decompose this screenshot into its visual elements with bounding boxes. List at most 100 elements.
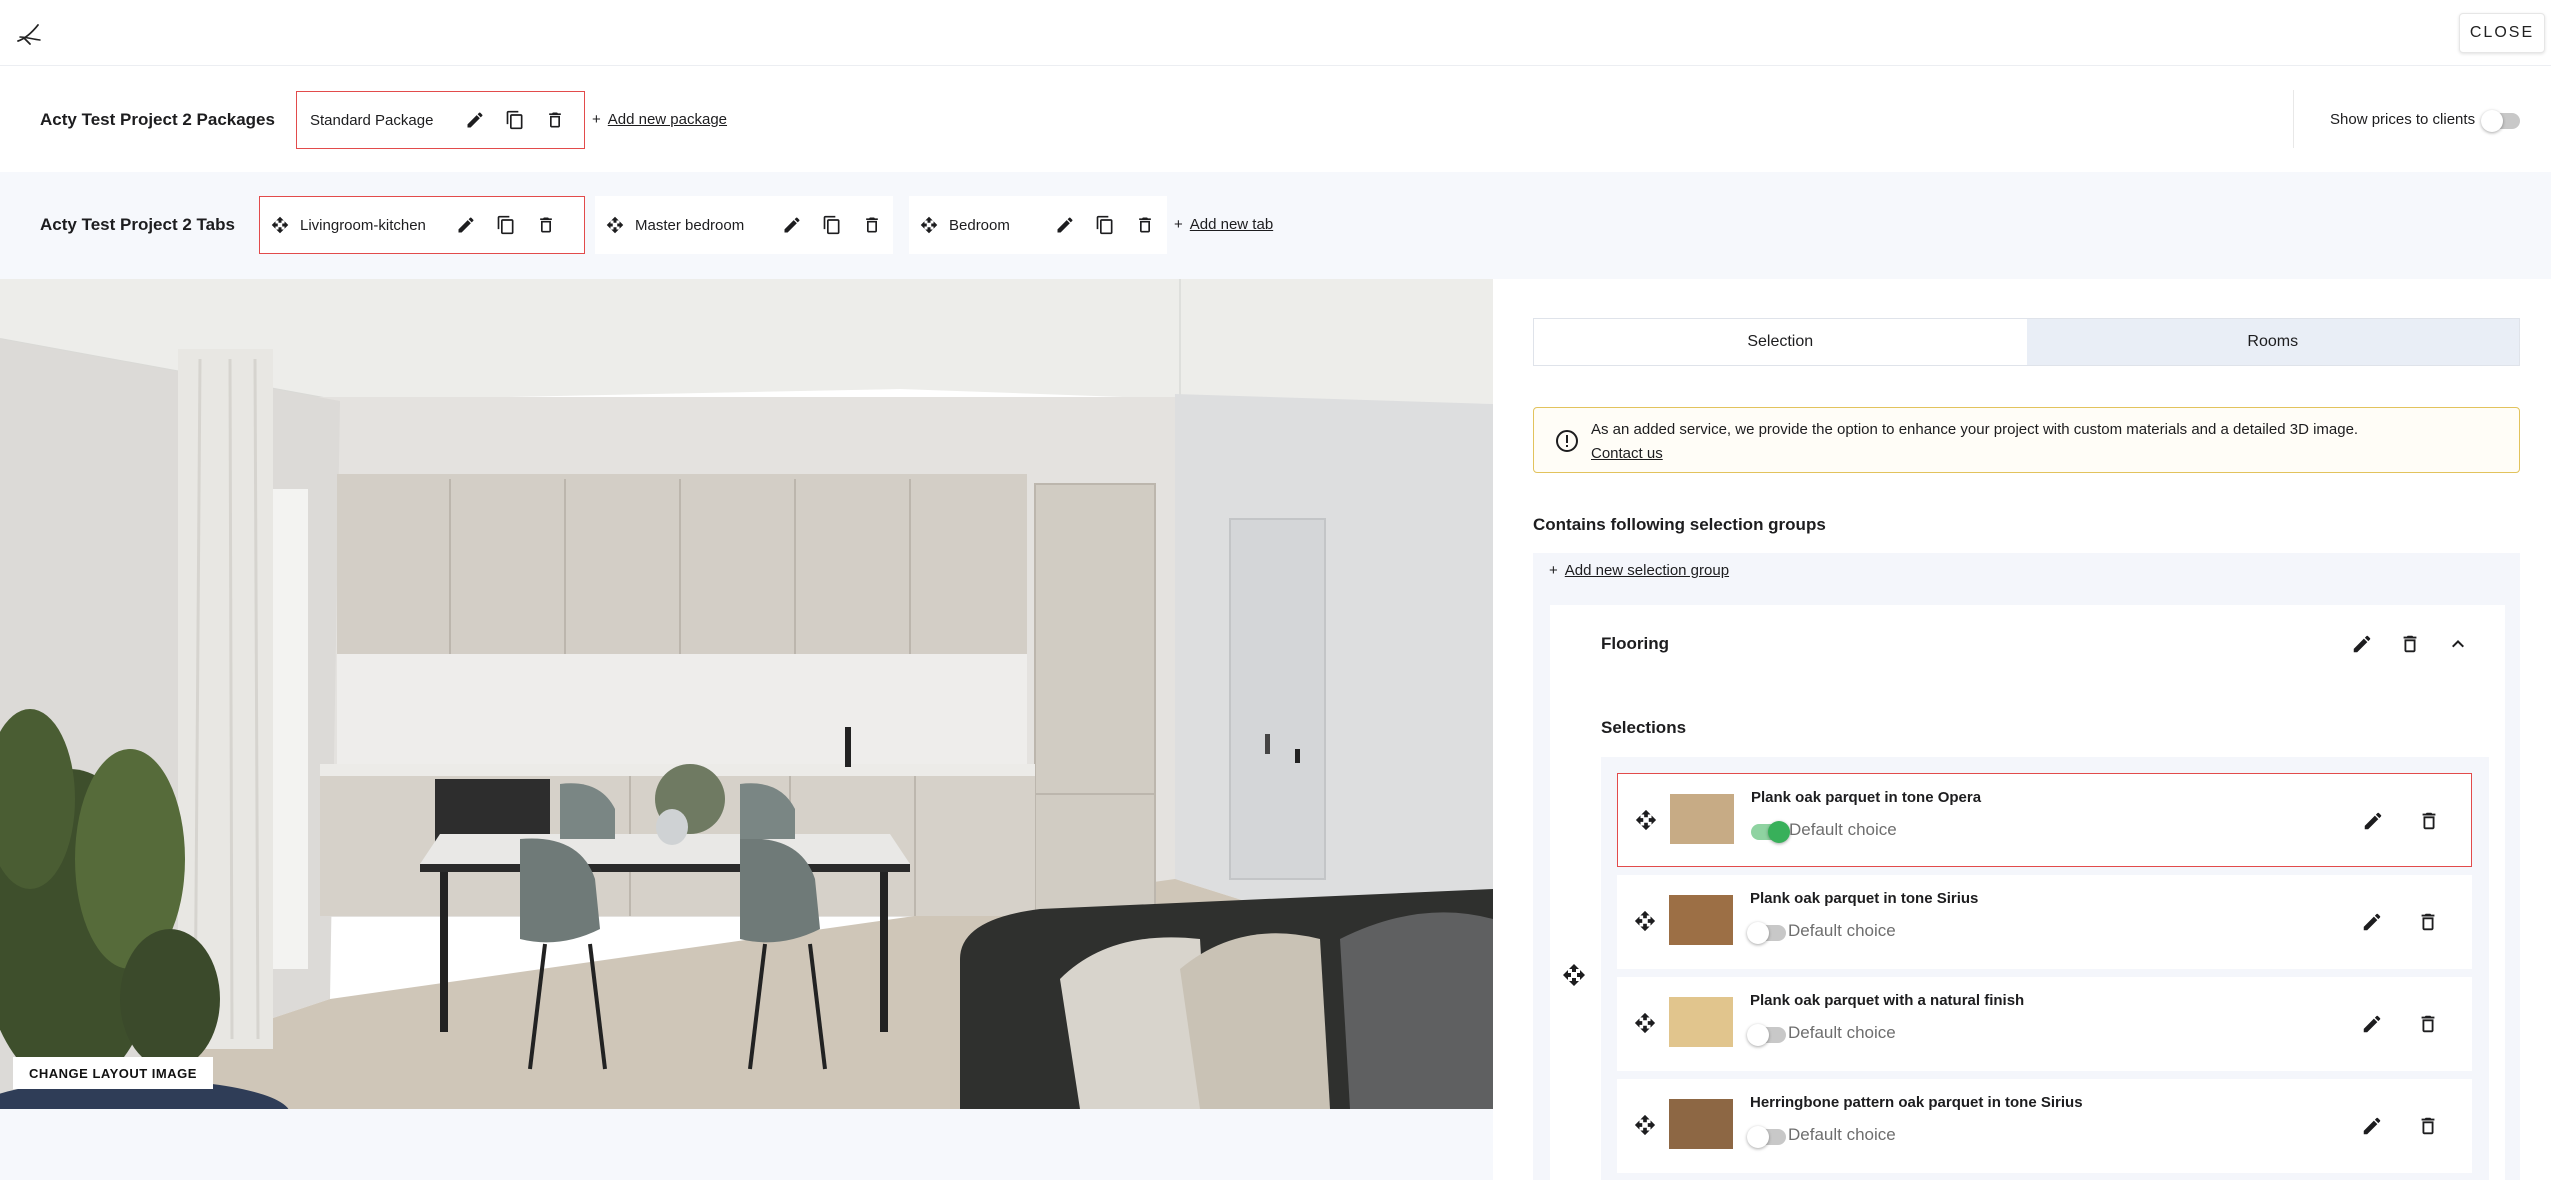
tab-selection[interactable]: Selection: [1534, 319, 2027, 365]
tab-livingroom-kitchen[interactable]: Livingroom-kitchen: [259, 196, 585, 254]
default-choice-label: Default choice: [1788, 1023, 1896, 1042]
drag-handle-icon[interactable]: [1634, 1012, 1656, 1034]
swatch-thumbnail: [1670, 794, 1734, 844]
package-label[interactable]: Standard Package: [310, 112, 455, 129]
copy-icon: [505, 110, 525, 130]
pencil-icon: [2361, 1013, 2383, 1035]
edit-package-button[interactable]: [455, 100, 495, 140]
tabs-title: Acty Test Project 2 Tabs: [40, 215, 235, 234]
add-tab-link[interactable]: + Add new tab: [1174, 216, 1273, 233]
pencil-icon: [465, 110, 485, 130]
edit-tab-button[interactable]: [446, 205, 486, 245]
show-prices-toggle[interactable]: [2481, 110, 2520, 132]
delete-selection-button[interactable]: [2408, 1004, 2448, 1044]
tab-label[interactable]: Master bedroom: [635, 217, 772, 234]
delete-selection-button[interactable]: [2408, 1106, 2448, 1146]
edit-selection-button[interactable]: [2352, 1004, 2392, 1044]
default-choice-label: Default choice: [1788, 921, 1896, 940]
copy-tab-button[interactable]: [1085, 205, 1125, 245]
add-tab-label[interactable]: Add new tab: [1190, 216, 1273, 233]
package-item-standard[interactable]: Standard Package: [296, 91, 585, 149]
delete-group-button[interactable]: [2386, 624, 2434, 664]
plus-icon: +: [1174, 216, 1183, 233]
edit-selection-button[interactable]: [2352, 902, 2392, 942]
pencil-icon: [2362, 810, 2384, 832]
delete-selection-button[interactable]: [2409, 801, 2449, 841]
close-button[interactable]: CLOSE: [2459, 13, 2545, 53]
selection-name: Herringbone pattern oak parquet in tone …: [1750, 1094, 2083, 1111]
group-drag-handle-icon[interactable]: [1562, 963, 1586, 987]
divider: [2293, 90, 2294, 148]
drag-handle-icon[interactable]: [260, 205, 300, 245]
trash-icon: [2417, 1115, 2439, 1137]
drag-handle-icon[interactable]: [595, 205, 635, 245]
copy-icon: [1095, 215, 1115, 235]
delete-tab-button[interactable]: [852, 205, 892, 245]
drag-handle-icon[interactable]: [1634, 1114, 1656, 1136]
trash-icon: [536, 215, 556, 235]
tab-bedroom[interactable]: Bedroom: [909, 196, 1167, 254]
packages-row: Acty Test Project 2 Packages Standard Pa…: [0, 66, 2551, 172]
trash-icon: [2417, 1013, 2439, 1035]
tab-master-bedroom[interactable]: Master bedroom: [595, 196, 893, 254]
show-prices-label: Show prices to clients: [2330, 111, 2476, 128]
edit-tab-button[interactable]: [772, 205, 812, 245]
trash-icon: [2418, 810, 2440, 832]
selection-groups-heading: Contains following selection groups: [1533, 515, 1826, 534]
contact-us-link[interactable]: Contact us: [1591, 442, 1663, 466]
trash-icon: [2399, 633, 2421, 655]
add-package-label[interactable]: Add new package: [608, 111, 727, 128]
info-text: As an added service, we provide the opti…: [1591, 421, 2359, 438]
delete-tab-button[interactable]: [1125, 205, 1165, 245]
selection-name: Plank oak parquet in tone Opera: [1751, 789, 1982, 806]
swatch-thumbnail: [1669, 895, 1733, 945]
trash-icon: [862, 215, 882, 235]
edit-selection-button[interactable]: [2352, 1106, 2392, 1146]
pencil-icon: [2361, 911, 2383, 933]
layout-image-footer: [0, 1109, 1493, 1180]
copy-tab-button[interactable]: [486, 205, 526, 245]
edit-group-button[interactable]: [2338, 624, 2386, 664]
tabs-row: Acty Test Project 2 Tabs Livingroom-kitc…: [0, 172, 2551, 279]
pencil-icon: [2351, 633, 2373, 655]
add-package-link[interactable]: + Add new package: [592, 111, 727, 128]
selection-item[interactable]: Plank oak parquet with a natural finish …: [1617, 977, 2472, 1071]
top-bar: CLOSE: [0, 0, 2551, 66]
layout-image: [0, 279, 1493, 1109]
selection-item[interactable]: Plank oak parquet in tone Sirius Default…: [1617, 875, 2472, 969]
copy-tab-button[interactable]: [812, 205, 852, 245]
drag-handle-icon[interactable]: [1634, 910, 1656, 932]
default-choice-toggle[interactable]: [1751, 821, 1790, 843]
default-choice-toggle[interactable]: [1747, 1126, 1786, 1148]
info-icon: [1556, 430, 1578, 452]
plus-icon: +: [1549, 562, 1558, 579]
copy-package-button[interactable]: [495, 100, 535, 140]
default-choice-toggle[interactable]: [1747, 922, 1786, 944]
collapse-group-button[interactable]: [2434, 624, 2482, 664]
toggle-knob: [1747, 1024, 1769, 1046]
edit-selection-button[interactable]: [2353, 801, 2393, 841]
default-choice-label: Default choice: [1788, 1125, 1896, 1144]
delete-tab-button[interactable]: [526, 205, 566, 245]
edit-tab-button[interactable]: [1045, 205, 1085, 245]
add-selection-group-link[interactable]: + Add new selection group: [1549, 562, 1729, 579]
copy-icon: [822, 215, 842, 235]
pencil-icon: [456, 215, 476, 235]
info-banner: As an added service, we provide the opti…: [1533, 407, 2520, 473]
logo-icon[interactable]: [16, 20, 42, 46]
selection-item[interactable]: Plank oak parquet in tone Opera Default …: [1617, 773, 2472, 867]
tab-label[interactable]: Livingroom-kitchen: [300, 217, 446, 234]
add-selection-group-label[interactable]: Add new selection group: [1565, 562, 1729, 579]
drag-handle-icon[interactable]: [1635, 809, 1657, 831]
pencil-icon: [2361, 1115, 2383, 1137]
default-choice-toggle[interactable]: [1747, 1024, 1786, 1046]
tab-rooms[interactable]: Rooms: [2026, 319, 2519, 365]
selections-heading: Selections: [1601, 718, 1687, 737]
tab-label[interactable]: Bedroom: [949, 217, 1045, 234]
selection-item[interactable]: Herringbone pattern oak parquet in tone …: [1617, 1079, 2472, 1173]
change-layout-image-button[interactable]: CHANGE LAYOUT IMAGE: [13, 1057, 213, 1089]
delete-package-button[interactable]: [535, 100, 575, 140]
delete-selection-button[interactable]: [2408, 902, 2448, 942]
copy-icon: [496, 215, 516, 235]
drag-handle-icon[interactable]: [909, 205, 949, 245]
